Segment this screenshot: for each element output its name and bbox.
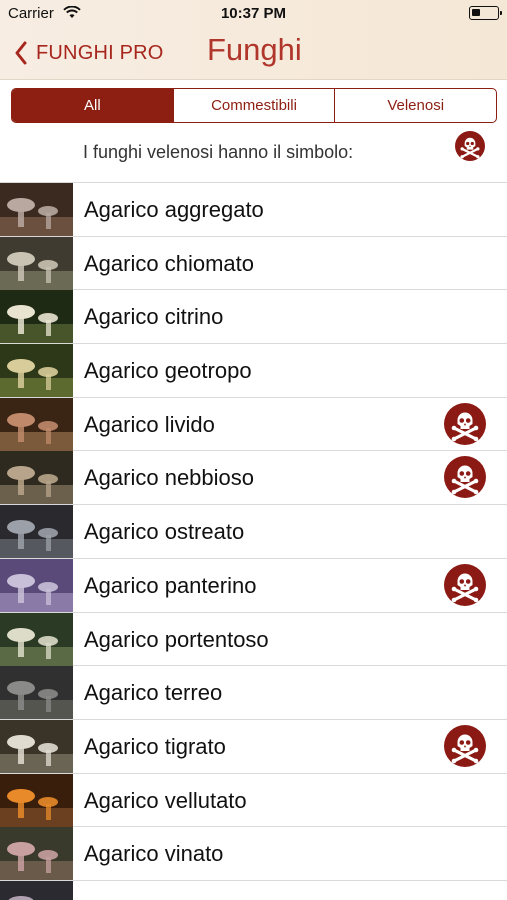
mushroom-thumbnail: [0, 880, 73, 900]
mushroom-thumbnail: [0, 183, 73, 236]
list-item[interactable]: [0, 880, 507, 900]
segment-commestibili[interactable]: Commestibili: [174, 89, 336, 122]
list-item-label: Agarico aggregato: [84, 197, 264, 222]
mushroom-thumbnail: [0, 397, 73, 451]
list-item[interactable]: Agarico tigrato: [0, 719, 507, 774]
list-item[interactable]: Agarico terreo: [0, 666, 507, 720]
segment-all[interactable]: All: [12, 89, 174, 122]
list-item[interactable]: Agarico chiomato: [0, 236, 507, 291]
list-item[interactable]: Agarico aggregato: [0, 183, 507, 237]
mushroom-list: Agarico aggregato Agarico chiomato Agarico…: [0, 182, 507, 900]
mushroom-thumbnail: [0, 719, 73, 773]
list-item-label: Agarico vellutato: [84, 787, 247, 813]
status-time: 10:37 PM: [220, 5, 287, 22]
status-bar: Carrier 10:37 PM: [0, 0, 507, 28]
list-item[interactable]: Agarico panterino: [0, 558, 507, 613]
list-item-label: Agarico livido: [84, 411, 215, 437]
chevron-left-icon: [15, 41, 27, 65]
poison-legend-text: I funghi velenosi hanno il simbolo:: [83, 142, 354, 162]
poison-skull-icon: [455, 131, 485, 161]
page-title: Funghi: [207, 32, 302, 67]
list-item-label: Agarico ostreato: [84, 519, 245, 545]
mushroom-thumbnail: [0, 827, 73, 881]
list-item[interactable]: Agarico geotropo: [0, 344, 507, 398]
mushroom-thumbnail: [0, 558, 73, 612]
list-item-label: Agarico panterino: [84, 572, 257, 598]
list-item[interactable]: Agarico portentoso: [0, 612, 507, 667]
list-item-label: Agarico citrino: [84, 304, 224, 330]
list-item-label: Agarico portentoso: [84, 626, 269, 652]
list-item[interactable]: Agarico vellutato: [0, 773, 507, 828]
list-item[interactable]: Agarico livido: [0, 397, 507, 452]
mushroom-thumbnail: [0, 290, 73, 344]
mushroom-thumbnail: [0, 773, 73, 827]
poison-skull-icon: [444, 456, 486, 498]
list-item[interactable]: Agarico ostreato: [0, 505, 507, 559]
list-item-label: Agarico chiomato: [84, 250, 254, 276]
poison-skull-icon: [444, 564, 486, 606]
list-item[interactable]: Agarico vinato: [0, 827, 507, 881]
mushroom-thumbnail: [0, 344, 73, 398]
poison-skull-icon: [444, 725, 486, 767]
list-item[interactable]: Agarico nebbioso: [0, 451, 507, 506]
mushroom-thumbnail: [0, 612, 73, 666]
list-item[interactable]: Agarico citrino: [0, 290, 507, 345]
mushroom-thumbnail: [0, 451, 73, 505]
back-button[interactable]: FUNGHI PRO: [14, 38, 164, 68]
mushroom-thumbnail: [0, 505, 73, 559]
mushroom-thumbnail: [0, 236, 73, 290]
poison-legend: I funghi velenosi hanno il simbolo:: [0, 130, 507, 182]
poison-skull-icon: [444, 403, 486, 445]
segment-velenosi[interactable]: Velenosi: [335, 89, 496, 122]
list-item-label: Agarico vinato: [84, 841, 224, 867]
navigation-header: Carrier 10:37 PM FUNGHI PRO Funghi: [0, 0, 507, 80]
mushroom-thumbnail: [0, 666, 73, 720]
battery-icon: [469, 6, 502, 20]
list-item-label: Agarico geotropo: [84, 358, 252, 384]
filter-segmented-control: All Commestibili Velenosi: [11, 88, 497, 123]
list-item-label: Agarico terreo: [84, 680, 223, 706]
list-item-label: Agarico tigrato: [84, 733, 226, 759]
list-item-label: Agarico nebbioso: [84, 465, 255, 491]
back-button-label: FUNGHI PRO: [36, 41, 164, 64]
